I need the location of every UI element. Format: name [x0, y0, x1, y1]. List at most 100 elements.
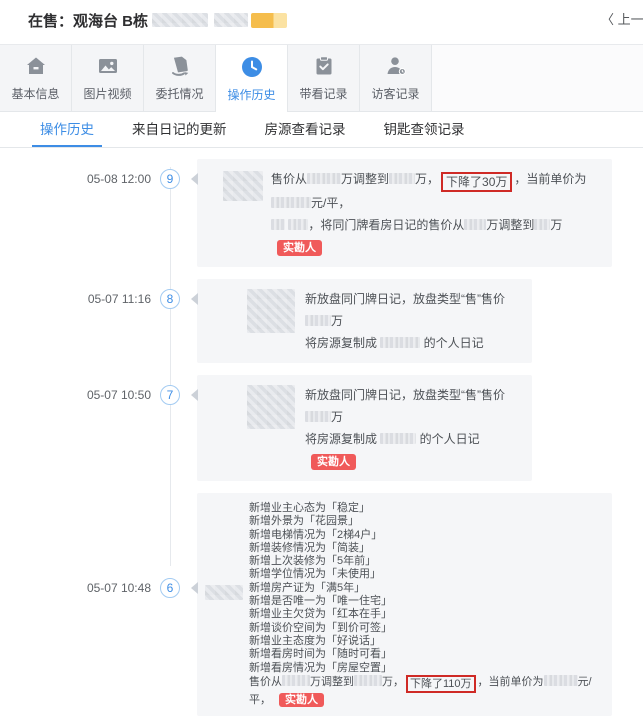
entry-text-segment: 新增学位情况为「未使用」: [249, 568, 381, 580]
tab-photos-videos[interactable]: 图片视频: [72, 45, 144, 111]
tab-basic-info[interactable]: 基本信息: [0, 45, 72, 111]
entry-timestamp: 05-08 12:00: [87, 172, 151, 186]
entry-line: 新增上次装修为「5年前」: [249, 555, 600, 568]
redacted-value: [389, 173, 415, 184]
timeline-entry: 05-07 10:486新增业主心态为「稳定」新增外景为「花园景」新增电梯情况为…: [197, 493, 643, 716]
main-tab-bar: 基本信息图片视频委托情况 操作历史 带看记录访客记录: [0, 44, 643, 112]
entry-line: 将房源复制成 的个人日记实勘人: [305, 428, 520, 472]
entry-line: ，将同门牌看房日记的售价从 万调整到 万实勘人: [271, 214, 600, 258]
entry-line: 新增业主欠贷为「红本在手」: [249, 608, 600, 621]
redacted-value: [464, 219, 486, 230]
redacted-value: [544, 675, 578, 686]
entry-line: 新增装修情况为「简装」: [249, 542, 600, 555]
tab-delegation[interactable]: 委托情况: [144, 45, 216, 111]
entry-text-segment: ，当前单价为: [478, 676, 544, 688]
tab-showing-log[interactable]: 带看记录: [288, 45, 360, 111]
entry-text-segment: 的个人日记: [420, 336, 483, 350]
redacted-address: [214, 13, 248, 27]
prev-listing-button[interactable]: 〈 上一: [601, 9, 643, 28]
entry-text-segment: 万调整到: [310, 676, 354, 688]
redacted-address: [152, 13, 208, 27]
entry-text-segment: 新增电梯情况为「2梯4户」: [249, 529, 382, 541]
price-drop-highlight: 下降了110万: [406, 675, 476, 693]
entry-text-segment: 万，: [382, 676, 404, 688]
subtab-key-records[interactable]: 钥匙查领记录: [376, 111, 473, 147]
tab-label: 委托情况: [155, 85, 203, 102]
entry-line: 新增房产证为「满5年」: [249, 582, 600, 595]
tab-history[interactable]: 操作历史: [216, 45, 288, 112]
subtab-operation-history[interactable]: 操作历史: [32, 111, 102, 147]
entry-line: 新增看房时间为「随时可看」: [249, 648, 600, 661]
subtab-listing-views[interactable]: 房源查看记录: [257, 111, 354, 147]
entry-card: 新增业主心态为「稳定」新增外景为「花园景」新增电梯情况为「2梯4户」新增装修情况…: [197, 493, 612, 716]
entry-timestamp: 05-07 10:50: [87, 388, 151, 402]
subtab-label: 钥匙查领记录: [384, 118, 465, 138]
clipboard-icon: [312, 54, 336, 78]
entry-text-segment: 新增装修情况为「简装」: [249, 542, 370, 554]
surveyor-badge: 实勘人: [279, 693, 324, 707]
entry-card: 售价从万调整到万，下降了30万，当前单价为元/平， ，将同门牌看房日记的售价从万…: [197, 159, 612, 267]
redacted-value: [305, 315, 331, 326]
entry-text-segment: 万调整到: [486, 218, 534, 232]
redacted-value: [307, 173, 341, 184]
redacted-value: [271, 197, 311, 208]
subtab-diary-updates[interactable]: 来自日记的更新: [124, 111, 235, 147]
entry-text-segment: 新增谈价空间为「到价可签」: [249, 622, 392, 634]
entry-line: 新放盘同门牌日记，放盘类型“售”售价万: [305, 384, 520, 428]
entry-text: 新增业主心态为「稳定」新增外景为「花园景」新增电梯情况为「2梯4户」新增装修情况…: [249, 502, 600, 707]
entry-text-segment: 新增是否唯一为「唯一住宅」: [249, 595, 392, 607]
price-drop-highlight: 下降了30万: [441, 172, 512, 192]
redacted-operator: [247, 385, 295, 429]
entry-text-segment: 新放盘同门牌日记，放盘类型“售”售价: [305, 292, 505, 306]
entry-text-segment: 新增业主心态为「稳定」: [249, 502, 370, 514]
home-icon: [24, 54, 48, 78]
redacted-value: [380, 433, 416, 444]
timeline-entry: 05-08 12:009售价从万调整到万，下降了30万，当前单价为元/平， ，将…: [197, 159, 643, 267]
redacted-value: [354, 675, 382, 686]
entry-text: 新放盘同门牌日记，放盘类型“售”售价万将房源复制成 的个人日记: [305, 288, 520, 354]
entry-card: 新放盘同门牌日记，放盘类型“售”售价万将房源复制成 的个人日记实勘人: [197, 375, 532, 481]
entry-timestamp: 05-07 11:16: [88, 292, 151, 306]
entry-line: 售价从万调整到万，下降了110万，当前单价为元/平，实勘人: [249, 675, 600, 707]
entry-text-segment: 万调整到: [341, 172, 389, 186]
surveyor-badge: 实勘人: [311, 454, 356, 470]
clock-icon: [240, 55, 264, 79]
surveyor-badge: 实勘人: [277, 240, 322, 256]
timeline-entry: 05-07 11:168新放盘同门牌日记，放盘类型“售”售价万将房源复制成 的个…: [197, 279, 643, 363]
entry-text: 新放盘同门牌日记，放盘类型“售”售价万将房源复制成 的个人日记实勘人: [305, 384, 520, 472]
entry-text-segment: 万，: [415, 172, 439, 186]
entry-card: 新放盘同门牌日记，放盘类型“售”售价万将房源复制成 的个人日记: [197, 279, 532, 363]
page-header: 在售：观海台 B栋: [0, 0, 643, 40]
entry-timestamp: 05-07 10:48: [87, 581, 151, 595]
entry-text-segment: ，当前单价为: [514, 172, 586, 186]
redacted-value: [271, 219, 285, 230]
redacted-value: [380, 337, 420, 348]
entry-text-segment: 万: [331, 410, 343, 424]
entry-line: 新增看房情况为「房屋空置」: [249, 662, 600, 675]
entry-text-segment: ，将同门牌看房日记的售价从: [308, 218, 464, 232]
visitor-icon: [384, 54, 408, 78]
entry-text-segment: 将房源复制成: [305, 336, 380, 350]
timeline-entry: 05-07 10:507新放盘同门牌日记，放盘类型“售”售价万将房源复制成 的个…: [197, 375, 643, 481]
redacted-value: [305, 411, 331, 422]
entry-line: 新增学位情况为「未使用」: [249, 568, 600, 581]
entry-text-segment: 万: [550, 218, 562, 232]
delegate-icon: [168, 54, 192, 78]
page-title: 在售：观海台 B栋: [28, 10, 148, 31]
entry-text-segment: 万: [331, 314, 343, 328]
redacted-operator: [247, 289, 295, 333]
entry-text-segment: 新增看房时间为「随时可看」: [249, 648, 392, 660]
entry-text-segment: 新增看房情况为「房屋空置」: [249, 662, 392, 674]
redacted-value: [282, 675, 310, 686]
entry-text-segment: 新增房产证为「满5年」: [249, 582, 365, 594]
tab-label: 基本信息: [11, 85, 59, 102]
redacted-operator: [223, 171, 263, 201]
entry-text-segment: 售价从: [249, 676, 282, 688]
tab-label: 操作历史: [227, 86, 275, 103]
entry-sequence-badge: 7: [160, 385, 180, 405]
tab-visitor-log[interactable]: 访客记录: [360, 45, 432, 111]
entry-line: 新增外景为「花园景」: [249, 515, 600, 528]
redacted-value: [288, 219, 308, 230]
entry-text-segment: 新增业主态度为「好说话」: [249, 635, 381, 647]
tab-label: 带看记录: [299, 85, 347, 102]
